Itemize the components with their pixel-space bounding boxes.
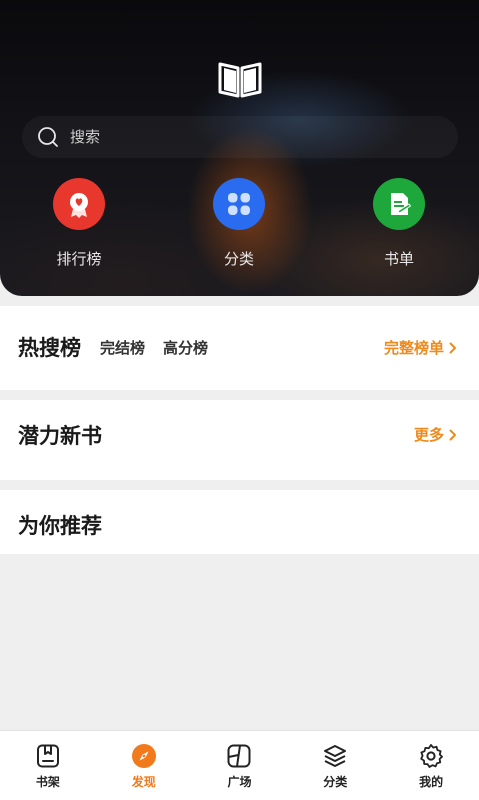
hot-search-section: 热搜榜 完结榜 高分榜 完整榜单 xyxy=(0,306,479,390)
full-ranking-label: 完整榜单 xyxy=(383,339,444,357)
nav-item-discover[interactable]: 发现 xyxy=(96,731,192,800)
tab-completed[interactable]: 完结榜 xyxy=(100,337,145,358)
tab-top-rated[interactable]: 高分榜 xyxy=(163,337,208,358)
chevron-right-icon xyxy=(449,429,456,440)
new-books-section: 潜力新书 更多 xyxy=(0,400,479,480)
quick-link-label: 分类 xyxy=(223,250,254,268)
layers-icon xyxy=(322,743,348,769)
quick-link-label: 排行榜 xyxy=(56,250,102,268)
section-title: 为你推荐 xyxy=(18,514,102,538)
more-label: 更多 xyxy=(413,426,444,444)
quick-link-booklist[interactable]: 书单 xyxy=(349,178,449,269)
nav-item-bookshelf[interactable]: 书架 xyxy=(0,731,96,800)
bookshelf-icon xyxy=(35,743,61,769)
category-grid-icon xyxy=(213,178,265,230)
quick-link-category[interactable]: 分类 xyxy=(189,178,289,269)
nav-item-square[interactable]: 广场 xyxy=(192,731,288,800)
section-title: 潜力新书 xyxy=(18,424,102,448)
recommend-section: 为你推荐 xyxy=(0,490,479,554)
nav-label: 发现 xyxy=(131,775,156,789)
search-bar[interactable] xyxy=(22,116,458,158)
square-icon xyxy=(226,743,252,769)
nav-item-mine[interactable]: 我的 xyxy=(383,731,479,800)
nav-label: 书架 xyxy=(35,775,60,789)
booklist-icon xyxy=(373,178,425,230)
nav-label: 广场 xyxy=(227,775,252,789)
quick-link-ranking[interactable]: 排行榜 xyxy=(29,178,129,269)
compass-icon xyxy=(131,743,157,769)
bottom-nav: 书架 发现 广场 分类 我的 xyxy=(0,730,479,800)
chevron-right-icon xyxy=(449,342,456,353)
nav-label: 分类 xyxy=(323,775,348,789)
hero-banner: 排行榜 分类 书单 xyxy=(0,0,479,296)
full-ranking-link[interactable]: 完整榜单 xyxy=(384,337,457,358)
settings-icon xyxy=(418,743,444,769)
open-book-logo-icon xyxy=(216,58,264,100)
nav-label: 我的 xyxy=(419,775,444,789)
search-input[interactable] xyxy=(70,128,370,146)
section-title: 热搜榜 xyxy=(18,336,81,360)
search-icon xyxy=(36,125,60,149)
more-link[interactable]: 更多 xyxy=(414,424,457,445)
ranking-badge-icon xyxy=(53,178,105,230)
quick-link-label: 书单 xyxy=(383,250,414,268)
nav-item-category[interactable]: 分类 xyxy=(287,731,383,800)
